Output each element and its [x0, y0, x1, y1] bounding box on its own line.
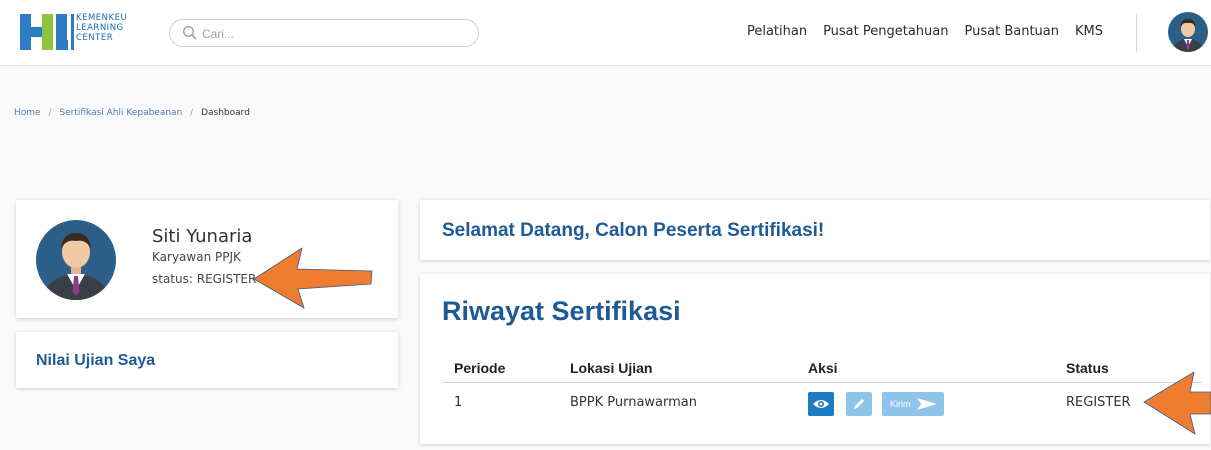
profile-status: status: REGISTER [152, 272, 257, 286]
welcome-title: Selamat Datang, Calon Peserta Sertifikas… [442, 220, 825, 241]
riwayat-title: Riwayat Sertifikasi [442, 296, 681, 326]
breadcrumb-separator: / [48, 108, 52, 118]
breadcrumb: Home / Sertifikasi Ahli Kepabeanan / Das… [14, 108, 250, 118]
edit-button[interactable] [846, 392, 872, 416]
nav-divider [1136, 14, 1137, 52]
cell-status: REGISTER [1066, 395, 1131, 410]
cell-lokasi: BPPK Purnawarman [570, 395, 698, 410]
search-icon [182, 25, 197, 40]
logo-line: KEMENKEU [76, 13, 128, 23]
welcome-card: Selamat Datang, Calon Peserta Sertifikas… [420, 200, 1210, 260]
cell-periode: 1 [454, 395, 463, 410]
breadcrumb-sertifikasi[interactable]: Sertifikasi Ahli Kepabeanan [59, 108, 182, 118]
column-header-periode: Periode [454, 360, 506, 376]
main-nav: Pelatihan Pusat Pengetahuan Pusat Bantua… [747, 24, 1103, 39]
annotation-arrow-icon [253, 247, 373, 309]
nav-item-kms[interactable]: KMS [1075, 24, 1103, 39]
annotation-arrow-icon [1143, 371, 1211, 435]
profile-name: Siti Yunaria [152, 226, 253, 247]
breadcrumb-current: Dashboard [201, 108, 250, 118]
column-header-lokasi: Lokasi Ujian [570, 360, 653, 376]
user-avatar-icon[interactable] [1168, 12, 1208, 52]
column-header-aksi: Aksi [808, 360, 838, 376]
kirim-label: Kirim [890, 399, 911, 409]
pencil-icon [854, 399, 864, 409]
nav-item-pusat-pengetahuan[interactable]: Pusat Pengetahuan [823, 24, 948, 39]
breadcrumb-home[interactable]: Home [14, 108, 41, 118]
logo-wordmark: KEMENKEU LEARNING CENTER [76, 13, 156, 43]
nav-item-pusat-bantuan[interactable]: Pusat Bantuan [965, 24, 1060, 39]
breadcrumb-separator: / [190, 108, 194, 118]
profile-role: Karyawan PPJK [152, 250, 241, 264]
nilai-ujian-card[interactable]: Nilai Ujian Saya [16, 332, 398, 388]
send-icon [917, 398, 937, 410]
profile-avatar-icon [36, 220, 116, 300]
riwayat-card: Riwayat Sertifikasi Periode Lokasi Ujian… [420, 274, 1210, 444]
kirim-button[interactable]: Kirim [882, 392, 944, 416]
top-navbar: KEMENKEU LEARNING CENTER Pelatihan Pusat… [0, 0, 1211, 66]
nav-item-pelatihan[interactable]: Pelatihan [747, 24, 807, 39]
logo-line: CENTER [76, 33, 114, 43]
search-input[interactable] [202, 24, 462, 43]
search-box[interactable] [169, 19, 479, 47]
view-button[interactable] [808, 392, 834, 416]
nilai-ujian-title[interactable]: Nilai Ujian Saya [36, 352, 155, 370]
logo-line: LEARNING [76, 23, 124, 33]
table-divider [442, 382, 1202, 383]
column-header-status: Status [1066, 360, 1109, 376]
eye-icon [813, 400, 829, 408]
